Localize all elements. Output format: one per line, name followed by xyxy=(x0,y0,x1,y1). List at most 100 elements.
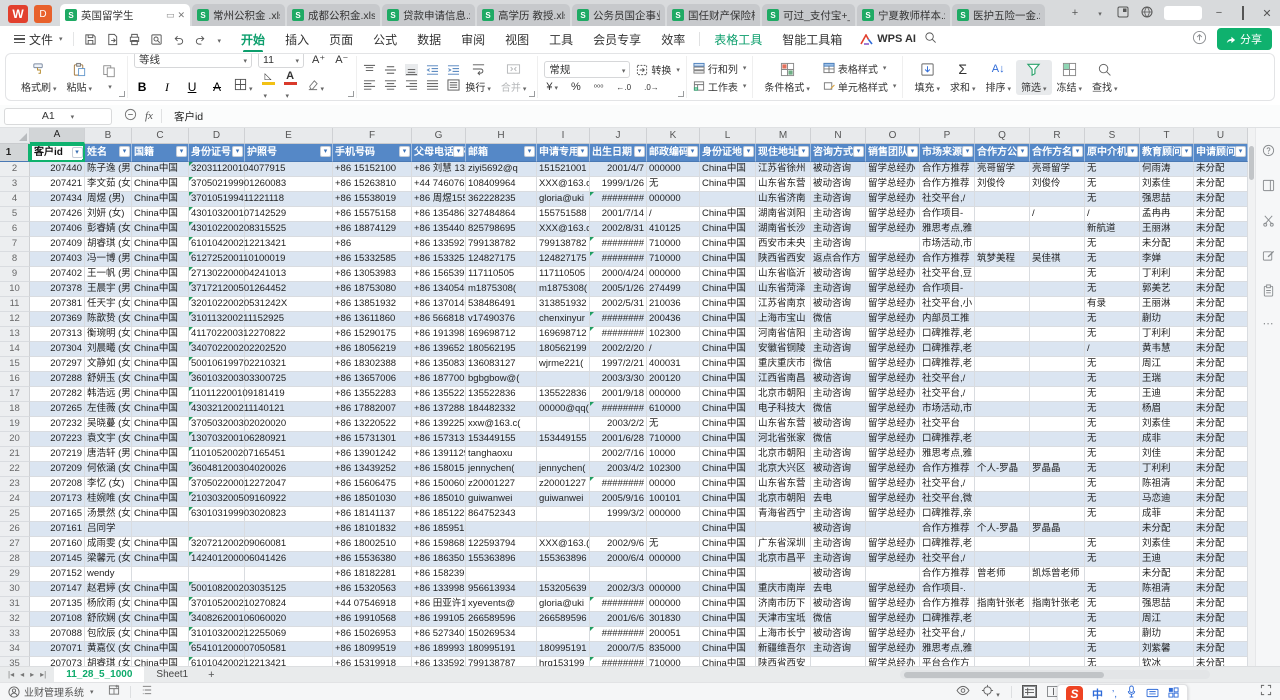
decrease-indent-icon[interactable] xyxy=(426,64,439,76)
cell-D29[interactable] xyxy=(189,567,245,582)
cell-Q16[interactable] xyxy=(975,372,1030,387)
cell-T5[interactable]: 孟冉冉 xyxy=(1140,207,1194,222)
cell-B33[interactable]: 包欣辰 (女 xyxy=(85,627,132,642)
cell-F4[interactable]: +86 15538019 xyxy=(333,192,412,207)
cell-I14[interactable]: 180562199 xyxy=(537,342,590,357)
row-header-11[interactable]: 11 xyxy=(0,297,30,312)
filter-dropdown-icon[interactable]: ▾ xyxy=(1235,146,1246,157)
cell-T34[interactable]: 刘紫馨 xyxy=(1140,642,1194,657)
cell-C17[interactable]: China中国 xyxy=(132,387,189,402)
cell-U10[interactable]: 未分配 xyxy=(1194,282,1248,297)
cell-I33[interactable] xyxy=(537,627,590,642)
cell-F32[interactable]: +86 19910568 xyxy=(333,612,412,627)
cell-L4[interactable] xyxy=(700,192,756,207)
cell-S17[interactable]: 无 xyxy=(1085,387,1140,402)
cell-U2[interactable]: 未分配 xyxy=(1194,162,1248,177)
selection-locate-icon[interactable] xyxy=(981,684,1000,700)
cell-N24[interactable]: 去电 xyxy=(811,492,866,507)
cell-O11[interactable]: 留学总经办 xyxy=(866,297,920,312)
cell-A31[interactable]: 207135 xyxy=(30,597,85,612)
cell-F16[interactable]: +86 13657006 xyxy=(333,372,412,387)
cell-M5[interactable]: 湖南省浏阳 xyxy=(756,207,811,222)
cell-B20[interactable]: 袁文宇 (女 xyxy=(85,432,132,447)
cell-Q28[interactable] xyxy=(975,552,1030,567)
cell-O35[interactable]: 留学总经办 xyxy=(866,657,920,666)
cell-J26[interactable] xyxy=(590,522,647,537)
cell-T29[interactable]: 未分配 xyxy=(1140,567,1194,582)
cell-M6[interactable]: 湖南省长沙 xyxy=(756,222,811,237)
cell-O4[interactable]: 留学总经办 xyxy=(866,192,920,207)
cell-I35[interactable]: hrq153199 xyxy=(537,657,590,666)
cell-H5[interactable]: 327484864 xyxy=(466,207,537,222)
cell-K31[interactable]: 000000 xyxy=(647,597,700,612)
cell-M3[interactable]: 山东省东营 xyxy=(756,177,811,192)
save-icon[interactable] xyxy=(84,33,97,46)
cell-P12[interactable]: 内部员工推 xyxy=(920,312,975,327)
cell-R25[interactable] xyxy=(1030,507,1085,522)
cell-U15[interactable]: 未分配 xyxy=(1194,357,1248,372)
clipboard-dialog-launcher[interactable] xyxy=(119,91,125,97)
cell-C30[interactable]: China中国 xyxy=(132,582,189,597)
cell-T17[interactable]: 王迪 xyxy=(1140,387,1194,402)
cell-O28[interactable]: 留学总经办 xyxy=(866,552,920,567)
cell-L17[interactable]: China中国 xyxy=(700,387,756,402)
cell-S5[interactable]: / xyxy=(1085,207,1140,222)
convert-button[interactable]: 转换 xyxy=(636,62,680,77)
cell-R34[interactable] xyxy=(1030,642,1085,657)
cell-U35[interactable]: 未分配 xyxy=(1194,657,1248,666)
wrap-text-button[interactable]: 换行 xyxy=(460,60,496,95)
cell-H14[interactable]: 180562195 xyxy=(466,342,537,357)
cell-M11[interactable]: 江苏省南京 xyxy=(756,297,811,312)
cell-R12[interactable] xyxy=(1030,312,1085,327)
cell-I4[interactable]: gloria@uki xyxy=(537,192,590,207)
close-tab-icon[interactable]: ✕ xyxy=(177,10,185,21)
document-tab[interactable]: S公务员国企事业单位 xyxy=(572,4,665,26)
cell-A7[interactable]: 207409 xyxy=(30,237,85,252)
cell-L35[interactable]: China中国 xyxy=(700,657,756,666)
cell-S2[interactable]: 无 xyxy=(1085,162,1140,177)
row-header-2[interactable]: 2 xyxy=(0,162,30,177)
cell-C3[interactable]: China中国 xyxy=(132,177,189,192)
cell-K35[interactable]: 710000 xyxy=(647,657,700,666)
cell-B10[interactable]: 王晨宇 (男 xyxy=(85,282,132,297)
cell-I20[interactable]: 153449155 xyxy=(537,432,590,447)
cell-H18[interactable]: 184482332 xyxy=(466,402,537,417)
cell-F26[interactable]: +86 18101832 xyxy=(333,522,412,537)
cell-B26[interactable]: 吕同学 xyxy=(85,522,132,537)
cell-C26[interactable] xyxy=(132,522,189,537)
cell-D30[interactable]: 500108200203035125 xyxy=(189,582,245,597)
cell-T31[interactable]: 强思喆 xyxy=(1140,597,1194,612)
cell-G8[interactable]: +86 1533258500 xyxy=(412,252,466,267)
menu-item-会员专享[interactable]: 会员专享 xyxy=(583,28,651,51)
cell-K16[interactable]: 200120 xyxy=(647,372,700,387)
cell-H6[interactable]: 825798695 xyxy=(466,222,537,237)
cell-L28[interactable]: China中国 xyxy=(700,552,756,567)
format-painter-button[interactable]: 格式刷 xyxy=(16,60,62,95)
align-middle-icon[interactable] xyxy=(384,64,397,76)
cell-U4[interactable]: 未分配 xyxy=(1194,192,1248,207)
filter-dropdown-icon[interactable]: ▾ xyxy=(119,146,130,157)
cell-O9[interactable]: 留学总经办 xyxy=(866,267,920,282)
cell-G6[interactable]: +86 1354402198 xyxy=(412,222,466,237)
cell-D31[interactable]: 370105200210270824 xyxy=(189,597,245,612)
cell-C6[interactable]: China中国 xyxy=(132,222,189,237)
cell-U22[interactable]: 未分配 xyxy=(1194,462,1248,477)
cell-P32[interactable]: 口碑推荐,老 xyxy=(920,612,975,627)
cell-O18[interactable]: 留学总经办 xyxy=(866,402,920,417)
cell-P19[interactable]: 社交平台 xyxy=(920,417,975,432)
cell-B7[interactable]: 胡睿琪 (女 xyxy=(85,237,132,252)
cell-D34[interactable]: 654101200007050581 xyxy=(189,642,245,657)
cell-S24[interactable]: 无 xyxy=(1085,492,1140,507)
cell-N27[interactable]: 主动咨询 xyxy=(811,537,866,552)
cell-Q29[interactable]: 曾老师 xyxy=(975,567,1030,582)
cell-R30[interactable] xyxy=(1030,582,1085,597)
cell-R21[interactable] xyxy=(1030,447,1085,462)
cell-I22[interactable]: jennychen( xyxy=(537,462,590,477)
cell-S13[interactable]: 无 xyxy=(1085,327,1140,342)
ime-punctuation-mode[interactable]: ’, xyxy=(1112,689,1117,700)
cell-N29[interactable]: 被动咨询 xyxy=(811,567,866,582)
cell-N20[interactable]: 微信 xyxy=(811,432,866,447)
cell-H3[interactable]: 108409964 xyxy=(466,177,537,192)
cell-U19[interactable]: 未分配 xyxy=(1194,417,1248,432)
cell-N15[interactable]: 微信 xyxy=(811,357,866,372)
